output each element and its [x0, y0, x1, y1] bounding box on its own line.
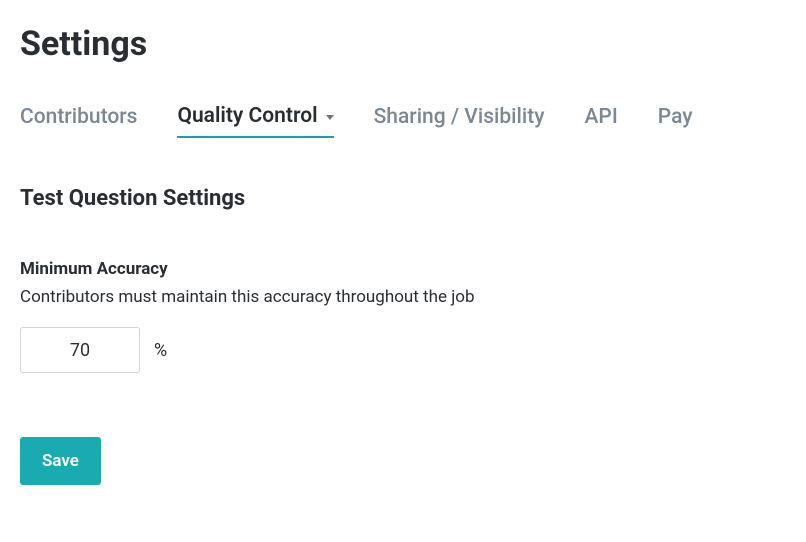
- save-button[interactable]: Save: [20, 437, 101, 485]
- tab-api[interactable]: API: [585, 104, 618, 138]
- min-accuracy-label: Minimum Accuracy: [20, 259, 786, 279]
- page-title: Settings: [20, 24, 786, 64]
- min-accuracy-field: Minimum Accuracy Contributors must maint…: [20, 259, 786, 373]
- tabs-nav: Contributors Quality Control Sharing / V…: [20, 104, 786, 138]
- tab-api-label: API: [585, 105, 618, 129]
- tab-quality-control[interactable]: Quality Control: [177, 104, 333, 138]
- min-accuracy-input-row: %: [20, 327, 786, 373]
- section-title: Test Question Settings: [20, 186, 786, 211]
- tab-quality-control-label: Quality Control: [177, 104, 317, 128]
- tab-contributors-label: Contributors: [20, 105, 137, 129]
- tab-pay-label: Pay: [658, 105, 693, 129]
- chevron-down-icon: [326, 115, 334, 120]
- tab-contributors[interactable]: Contributors: [20, 104, 137, 138]
- tab-sharing-visibility-label: Sharing / Visibility: [374, 105, 545, 129]
- tab-sharing-visibility[interactable]: Sharing / Visibility: [374, 104, 545, 138]
- percent-label: %: [154, 340, 167, 361]
- tab-pay[interactable]: Pay: [658, 104, 693, 138]
- min-accuracy-description: Contributors must maintain this accuracy…: [20, 287, 786, 307]
- min-accuracy-input[interactable]: [20, 327, 140, 373]
